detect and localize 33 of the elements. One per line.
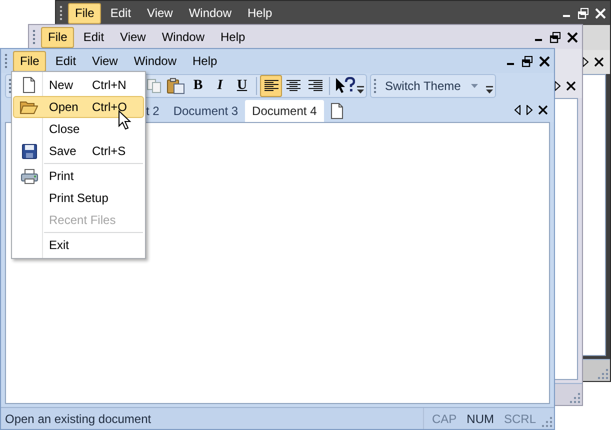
theme-dropdown[interactable]: Switch Theme: [381, 76, 482, 96]
menu-item[interactable]: View: [113, 26, 153, 48]
underline-button[interactable]: U: [231, 74, 253, 96]
menu-option[interactable]: Close: [13, 118, 144, 140]
menu-item[interactable]: Help: [214, 26, 252, 48]
menu-option[interactable]: Exit: [13, 234, 144, 256]
menu-item[interactable]: Window: [182, 2, 239, 24]
menu-item[interactable]: View: [85, 50, 125, 72]
menu-item[interactable]: Window: [154, 26, 212, 48]
status-indicator: CAP: [432, 410, 457, 428]
menu-item[interactable]: Edit: [103, 2, 138, 24]
status-indicator: SCRL: [504, 410, 536, 428]
document-tab[interactable]: Document 3: [166, 100, 246, 122]
document-tab[interactable]: t 2: [144, 100, 166, 122]
bold-button[interactable]: B: [187, 74, 209, 96]
menu-option[interactable]: Save Ctrl+S: [13, 140, 144, 162]
menu-item[interactable]: File: [13, 50, 46, 72]
menu-option[interactable]: Open Ctrl+O: [13, 96, 144, 118]
status-indicator: NUM: [466, 410, 494, 428]
menu-item[interactable]: File: [68, 2, 102, 24]
document-tab[interactable]: Document 4: [245, 100, 324, 122]
menu-item[interactable]: Edit: [76, 26, 112, 48]
menu-item[interactable]: Help: [240, 2, 280, 24]
menu-item[interactable]: Window: [126, 50, 184, 72]
menu-item[interactable]: File: [41, 26, 74, 48]
menu-option[interactable]: New Ctrl+N: [13, 74, 144, 96]
menu-item[interactable]: Edit: [48, 50, 84, 72]
italic-button[interactable]: I: [209, 74, 231, 96]
menu-option[interactable]: Print: [13, 165, 144, 187]
menu-option[interactable]: Print Setup: [13, 187, 144, 209]
status-message: Open an existing document: [4, 410, 152, 428]
menu-item[interactable]: View: [140, 2, 180, 24]
menu-item[interactable]: Help: [186, 50, 224, 72]
